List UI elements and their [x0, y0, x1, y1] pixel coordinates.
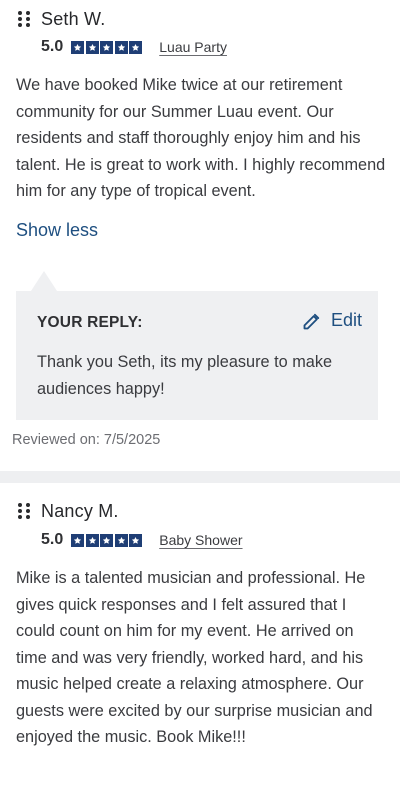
review-meta: 5.0 Baby Shower: [41, 531, 243, 549]
review-text: We have booked Mike twice at our retirem…: [16, 76, 386, 200]
star-rating: [71, 40, 143, 54]
show-less-link[interactable]: Show less: [16, 220, 98, 241]
star-rating: [71, 533, 143, 547]
edit-label: Edit: [330, 310, 362, 330]
drag-handle-icon[interactable]: [18, 502, 32, 521]
review-header: Nancy M.: [18, 501, 119, 522]
reviewed-on-date: Reviewed on: 7/5/2025: [12, 432, 161, 448]
star-icon: [114, 533, 128, 547]
star-icon: [71, 40, 85, 54]
review-card: Nancy M. 5.0 Baby Shower Mike is a talen…: [0, 483, 400, 794]
review-divider: [0, 471, 400, 483]
star-icon: [129, 533, 143, 547]
review-card: Seth W. 5.0 Luau Party We have booked Mi…: [0, 0, 400, 470]
reply-title: YOUR REPLY:: [37, 314, 143, 331]
star-icon: [129, 40, 143, 54]
review-header: Seth W.: [18, 9, 105, 30]
pencil-icon: [303, 313, 320, 329]
reply-pointer: [31, 271, 57, 291]
star-icon: [100, 40, 114, 54]
event-tag-link[interactable]: Luau Party: [159, 39, 227, 55]
rating-score: 5.0: [41, 38, 64, 55]
rating-score: 5.0: [41, 531, 64, 548]
star-icon: [85, 40, 99, 54]
drag-handle-icon[interactable]: [18, 10, 32, 29]
star-icon: [114, 40, 128, 54]
star-icon: [85, 533, 99, 547]
reply-box: YOUR REPLY: Edit Thank you Seth, its my …: [16, 291, 378, 420]
star-icon: [71, 533, 85, 547]
reviewer-name: Seth W.: [41, 9, 106, 29]
star-icon: [100, 533, 114, 547]
reply-text: Thank you Seth, its my pleasure to make …: [37, 353, 333, 398]
review-text: Mike is a talented musician and professi…: [16, 569, 373, 746]
reviewer-name: Nancy M.: [41, 501, 119, 521]
event-tag-link[interactable]: Baby Shower: [159, 532, 242, 548]
edit-reply-button[interactable]: Edit: [302, 310, 362, 331]
review-meta: 5.0 Luau Party: [41, 38, 227, 56]
